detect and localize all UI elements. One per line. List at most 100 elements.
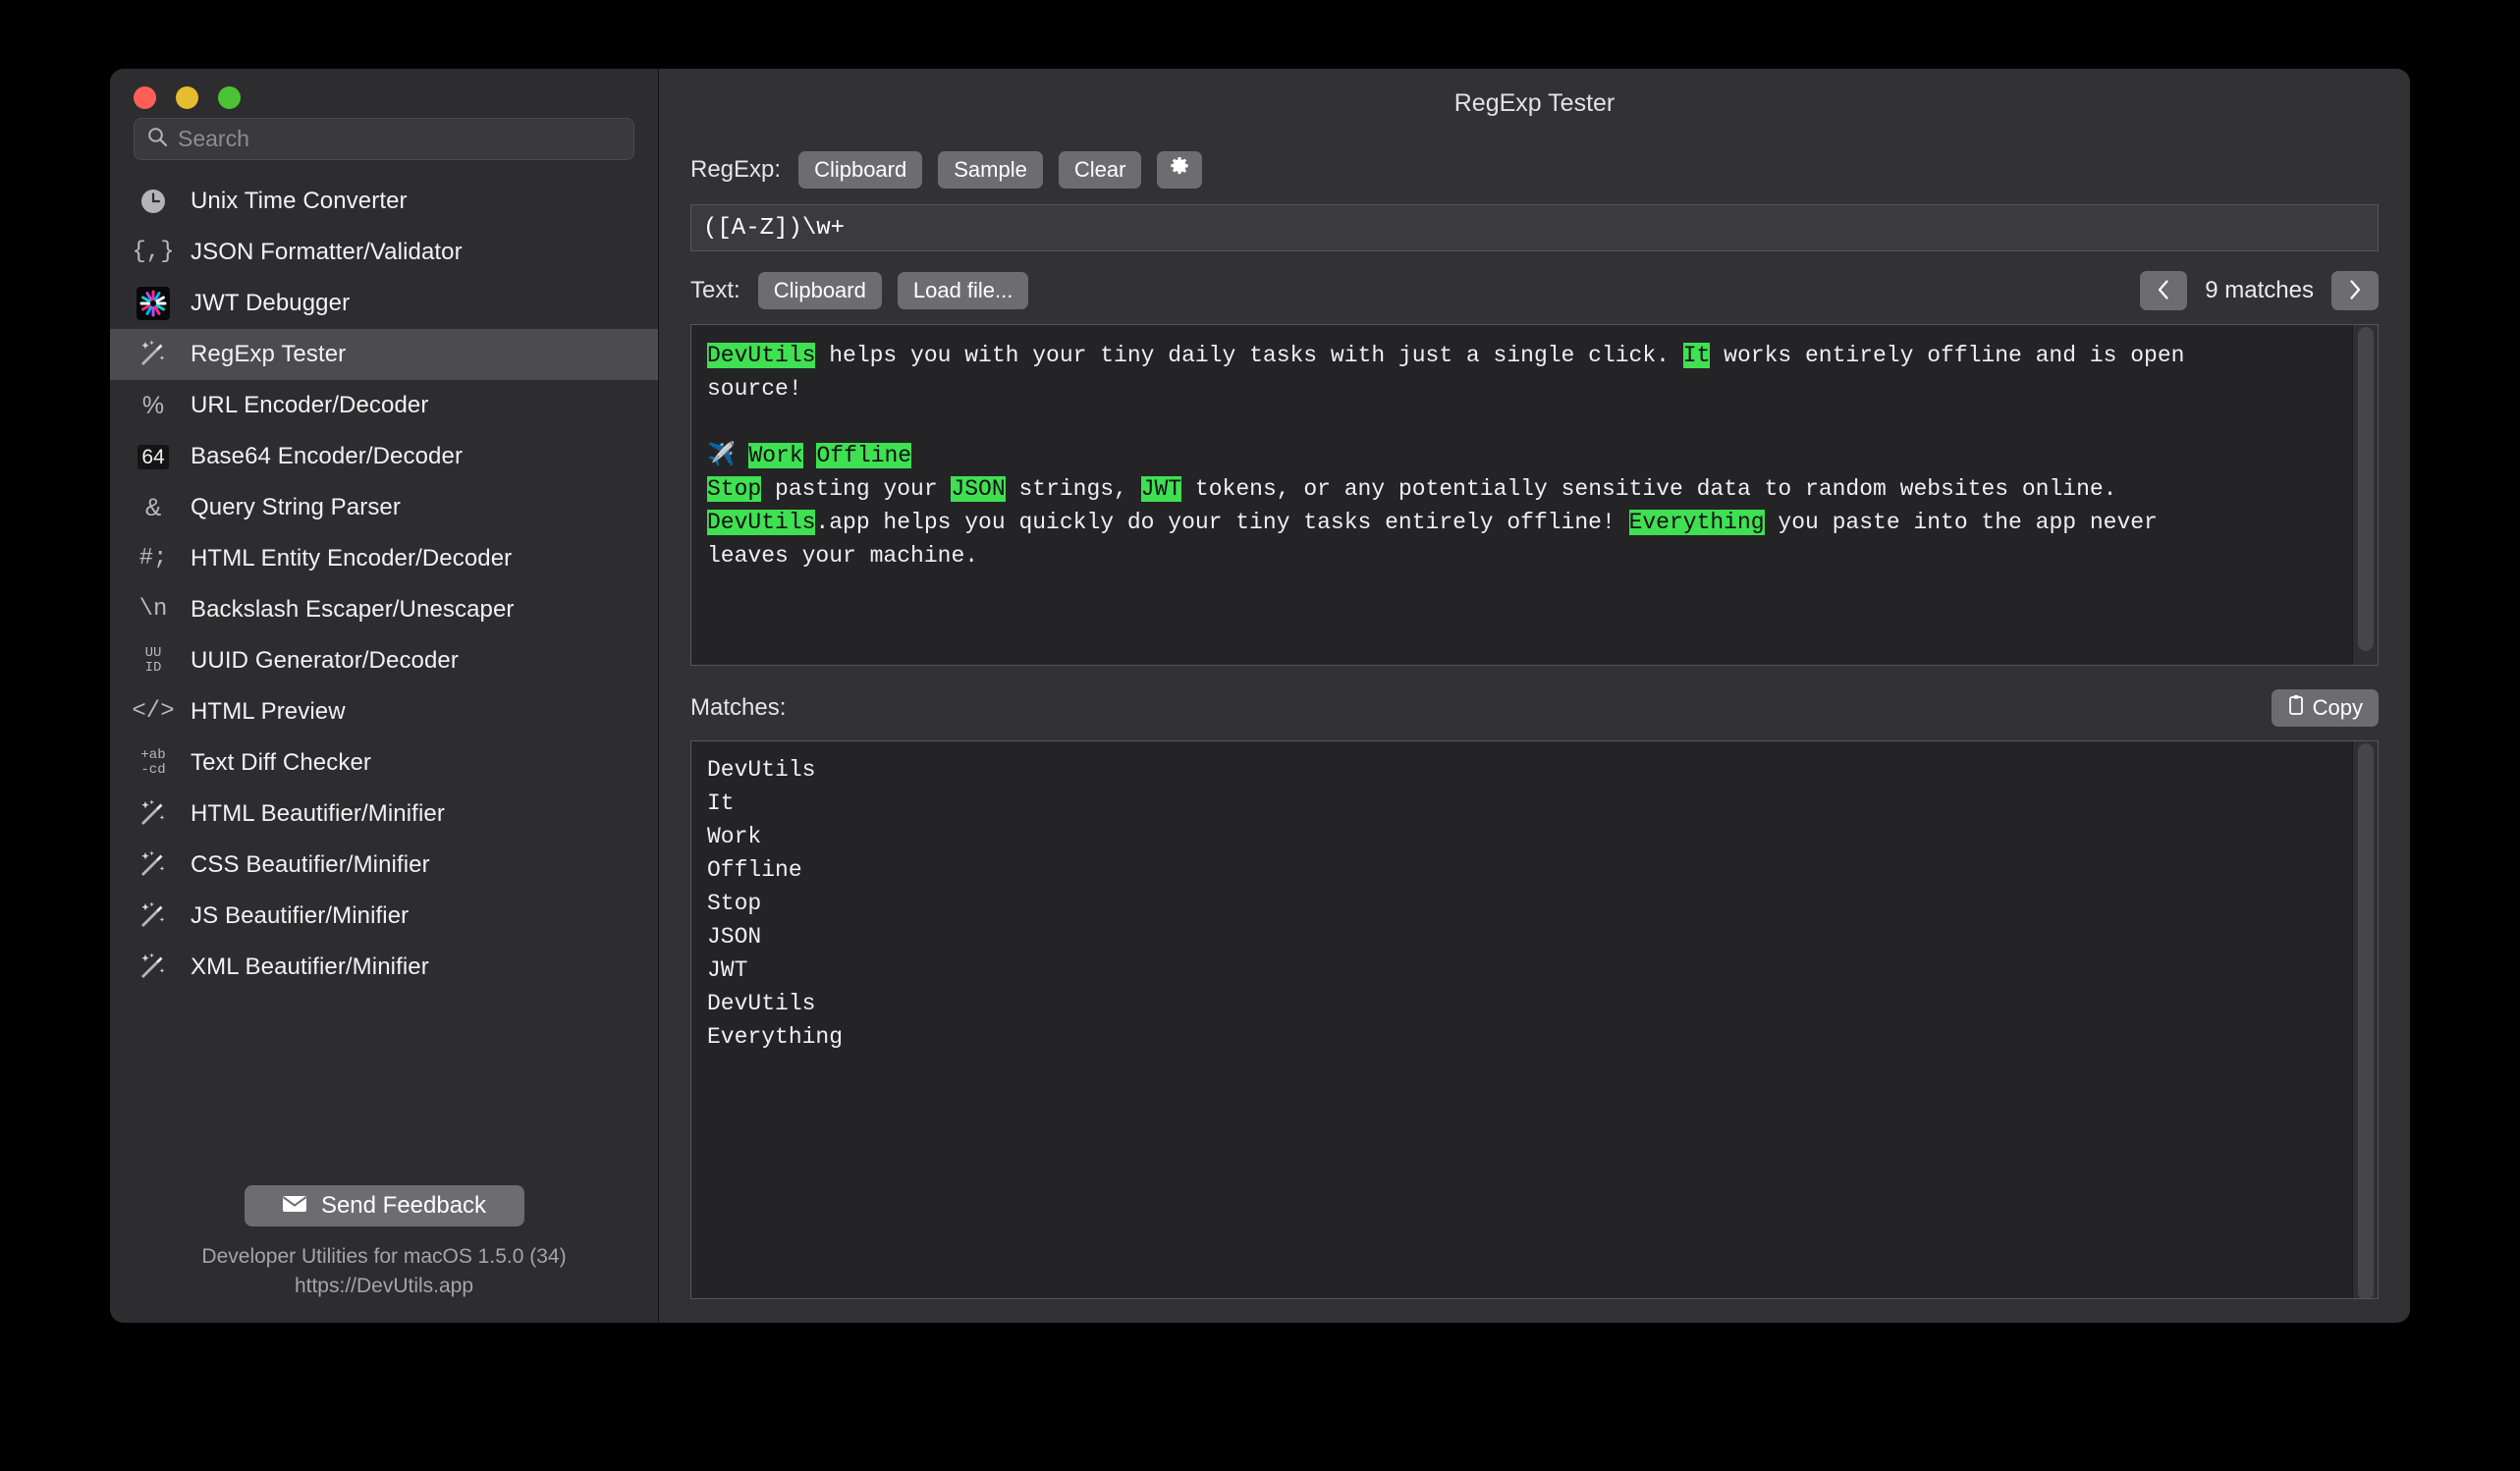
sidebar-item-regexp-tester[interactable]: RegExp Tester (110, 329, 658, 380)
website-url-text: https://DevUtils.app (134, 1272, 634, 1301)
copy-matches-label: Copy (2313, 695, 2363, 721)
clock-icon (134, 185, 173, 218)
backslash-n-icon: \n (134, 593, 173, 627)
regex-match-highlight: Everything (1629, 510, 1765, 535)
text-area-scrollbar-thumb[interactable] (2358, 327, 2374, 651)
braces-icon: {,} (134, 236, 173, 269)
regex-match-highlight: Offline (816, 443, 911, 468)
desktop-background: Unix Time Converter {,}JSON Formatter/Val… (0, 0, 2520, 1471)
magic-wand-icon (134, 951, 173, 984)
sidebar: Unix Time Converter {,}JSON Formatter/Val… (110, 69, 659, 1323)
matches-label: Matches: (690, 694, 786, 722)
text-toolbar: Text: Clipboard Load file... 9 matches (690, 271, 2379, 310)
ampersand-icon: & (134, 491, 173, 524)
sidebar-item-backslash-escaper-unescaper[interactable]: \n Backslash Escaper/Unescaper (110, 584, 658, 635)
regex-match-highlight: It (1683, 343, 1711, 368)
sidebar-item-base64-encoder-decoder[interactable]: 64 Base64 Encoder/Decoder (110, 431, 658, 482)
sidebar-item-css-beautifier-minifier[interactable]: CSS Beautifier/Minifier (110, 840, 658, 891)
matches-area-scrollbar-thumb[interactable] (2358, 743, 2374, 1299)
text-input-area[interactable]: DevUtils helps you with your tiny daily … (690, 324, 2379, 666)
zoom-button[interactable] (218, 86, 241, 109)
percent-icon: % (134, 389, 173, 422)
sidebar-item-query-string-parser[interactable]: &Query String Parser (110, 482, 658, 533)
gear-icon (1168, 155, 1191, 185)
sidebar-item-label: XML Beautifier/Minifier (191, 953, 429, 981)
sidebar-item-label: URL Encoder/Decoder (191, 392, 428, 419)
sidebar-item-jwt-debugger[interactable]: JWT Debugger (110, 278, 658, 329)
sidebar-item-html-preview[interactable]: </> HTML Preview (110, 686, 658, 737)
text-diff-icon: +ab-cd (134, 746, 173, 780)
sidebar-item-label: HTML Preview (191, 698, 346, 726)
text-label: Text: (690, 277, 740, 304)
app-window: Unix Time Converter {,}JSON Formatter/Val… (110, 69, 2410, 1323)
regex-match-highlight: Work (748, 443, 802, 468)
hash-semicolon-icon: #; (134, 542, 173, 575)
next-match-button[interactable] (2331, 271, 2379, 310)
regex-match-highlight: DevUtils (707, 343, 815, 368)
envelope-icon (282, 1192, 307, 1220)
sidebar-item-label: HTML Beautifier/Minifier (191, 800, 445, 828)
matches-output-area[interactable]: DevUtils It Work Offline Stop JSON JWT D… (690, 740, 2379, 1299)
matches-toolbar: Matches: Copy (690, 689, 2379, 727)
sidebar-item-label: Text Diff Checker (191, 749, 371, 777)
sidebar-item-json-formatter-validator[interactable]: {,}JSON Formatter/Validator (110, 227, 658, 278)
sidebar-item-label: CSS Beautifier/Minifier (191, 851, 430, 879)
sidebar-item-url-encoder-decoder[interactable]: % URL Encoder/Decoder (110, 380, 658, 431)
sidebar-item-label: Base64 Encoder/Decoder (191, 443, 463, 470)
copy-matches-button[interactable]: Copy (2272, 689, 2379, 727)
sidebar-item-label: Unix Time Converter (191, 188, 408, 215)
sidebar-item-label: Backslash Escaper/Unescaper (191, 596, 515, 624)
close-button[interactable] (134, 86, 156, 109)
sidebar-item-text-diff-checker[interactable]: +ab-cd Text Diff Checker (110, 737, 658, 789)
regexp-clipboard-button[interactable]: Clipboard (798, 151, 922, 189)
window-titlebar: RegExp Tester (690, 69, 2379, 137)
sidebar-item-label: Query String Parser (191, 494, 401, 521)
regexp-input[interactable] (690, 204, 2379, 251)
minimize-button[interactable] (176, 86, 198, 109)
regexp-toolbar: RegExp: Clipboard Sample Clear (690, 151, 2379, 189)
sidebar-item-xml-beautifier-minifier[interactable]: XML Beautifier/Minifier (110, 942, 658, 993)
sidebar-item-unix-time-converter[interactable]: Unix Time Converter (110, 176, 658, 227)
chevron-left-icon (2156, 278, 2171, 304)
search-input[interactable] (178, 126, 622, 152)
sidebar-item-label: UUID Generator/Decoder (191, 647, 459, 675)
base64-badge-icon: 64 (134, 440, 173, 473)
text-load-file-button[interactable]: Load file... (898, 272, 1029, 309)
match-navigation: 9 matches (2140, 271, 2379, 310)
magic-wand-icon (134, 848, 173, 882)
clipboard-icon (2287, 694, 2305, 722)
search-box[interactable] (134, 118, 634, 160)
send-feedback-button[interactable]: Send Feedback (245, 1185, 524, 1226)
regex-match-highlight: DevUtils (707, 510, 815, 535)
regex-match-highlight: JSON (951, 476, 1005, 502)
regexp-settings-button[interactable] (1157, 151, 1202, 189)
sidebar-item-html-entity-encoder-decoder[interactable]: #; HTML Entity Encoder/Decoder (110, 533, 658, 584)
traffic-light-group (134, 86, 241, 109)
text-toolbar-left: Text: Clipboard Load file... (690, 272, 1028, 309)
text-area-scrollbar[interactable] (2352, 325, 2378, 665)
tool-list: Unix Time Converter {,}JSON Formatter/Val… (110, 160, 658, 1185)
chevron-right-icon (2347, 278, 2363, 304)
magic-wand-icon (134, 338, 173, 371)
regexp-sample-button[interactable]: Sample (938, 151, 1043, 189)
matches-area-scrollbar[interactable] (2352, 741, 2378, 1298)
sidebar-item-uuid-generator-decoder[interactable]: UUID UUID Generator/Decoder (110, 635, 658, 686)
page-title: RegExp Tester (1454, 89, 1616, 118)
magic-wand-icon (134, 899, 173, 933)
sidebar-item-js-beautifier-minifier[interactable]: JS Beautifier/Minifier (110, 891, 658, 942)
uuid-icon: UUID (134, 644, 173, 678)
sidebar-item-label: HTML Entity Encoder/Decoder (191, 545, 512, 572)
previous-match-button[interactable] (2140, 271, 2187, 310)
text-clipboard-button[interactable]: Clipboard (758, 272, 882, 309)
regex-match-highlight: JWT (1141, 476, 1181, 502)
sidebar-item-html-beautifier-minifier[interactable]: HTML Beautifier/Minifier (110, 789, 658, 840)
regexp-clear-button[interactable]: Clear (1059, 151, 1142, 189)
regex-match-highlight: Stop (707, 476, 761, 502)
code-tags-icon: </> (134, 695, 173, 729)
sidebar-item-label: JS Beautifier/Minifier (191, 902, 409, 930)
text-input-content[interactable]: DevUtils helps you with your tiny daily … (691, 325, 2378, 586)
search-container (110, 110, 658, 160)
sidebar-item-label: JWT Debugger (191, 290, 350, 317)
regexp-label: RegExp: (690, 156, 781, 184)
matches-output-content: DevUtils It Work Offline Stop JSON JWT D… (691, 741, 2378, 1065)
